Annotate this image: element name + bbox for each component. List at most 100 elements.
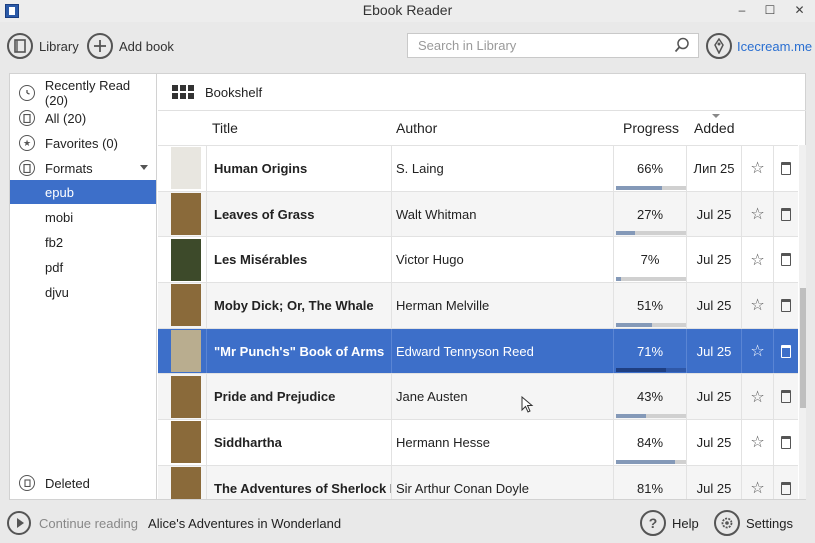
- book-progress: 66%: [614, 146, 687, 191]
- sidebar-format-pdf[interactable]: pdf: [10, 255, 156, 279]
- sidebar-item-favorites[interactable]: ★ Favorites (0): [10, 131, 156, 155]
- sidebar-format-mobi[interactable]: mobi: [10, 205, 156, 229]
- delete-trash-icon[interactable]: [774, 420, 798, 465]
- book-added-date: Jul 25: [687, 237, 742, 283]
- scrollbar-thumb[interactable]: [800, 288, 806, 408]
- trash-icon: [19, 475, 35, 491]
- view-toggle[interactable]: Bookshelf: [158, 74, 806, 111]
- progress-bar: [616, 368, 686, 373]
- delete-trash-icon[interactable]: [774, 283, 798, 328]
- book-title[interactable]: Leaves of Grass: [206, 191, 392, 237]
- star-icon: ★: [19, 135, 35, 151]
- sidebar-format-epub[interactable]: epub: [10, 180, 156, 204]
- book-progress: 51%: [614, 283, 687, 328]
- book-title[interactable]: Les Misérables: [206, 237, 392, 283]
- progress-bar-fill: [616, 277, 621, 282]
- delete-trash-icon[interactable]: [774, 146, 798, 191]
- book-icon: [7, 33, 33, 59]
- sidebar-item-all[interactable]: All (20): [10, 106, 156, 130]
- favorite-star-icon[interactable]: ☆: [742, 374, 774, 420]
- chevron-down-icon[interactable]: [140, 165, 148, 170]
- book-title[interactable]: "Mr Punch's" Book of Arms: [206, 328, 392, 374]
- sidebar-item-recently-read[interactable]: Recently Read (20): [10, 78, 156, 108]
- gear-icon: [714, 510, 740, 536]
- help-button[interactable]: ? Help: [640, 510, 699, 536]
- book-author: Jane Austen: [392, 374, 614, 420]
- book-added-date: Лип 25: [687, 146, 742, 191]
- book-progress-label: 43%: [636, 389, 664, 405]
- continue-reading-button[interactable]: Continue reading Alice's Adventures in W…: [7, 511, 341, 535]
- progress-bar: [616, 277, 686, 282]
- library-button[interactable]: Library: [7, 32, 79, 60]
- plus-icon: [87, 33, 113, 59]
- table-row[interactable]: Leaves of Grass Walt Whitman 27% Jul 25 ☆: [158, 190, 798, 237]
- book-icon: [19, 160, 35, 176]
- search-input[interactable]: [408, 34, 658, 57]
- column-header-progress[interactable]: Progress: [623, 111, 679, 145]
- favorite-star-icon[interactable]: ☆: [742, 328, 774, 374]
- favorite-star-icon[interactable]: ☆: [742, 237, 774, 283]
- scrollbar[interactable]: [799, 145, 806, 499]
- sidebar-item-formats[interactable]: Formats: [10, 156, 156, 180]
- delete-trash-icon[interactable]: [774, 192, 798, 237]
- settings-button[interactable]: Settings: [714, 510, 793, 536]
- favorite-star-icon[interactable]: ☆: [742, 420, 774, 465]
- book-cover-cell[interactable]: [168, 329, 204, 374]
- table-row[interactable]: Les Misérables Victor Hugo 7% Jul 25 ☆: [158, 236, 798, 283]
- content-area: Bookshelf Title Author Progress Added Hu…: [158, 74, 806, 499]
- book-cover-cell[interactable]: [168, 237, 204, 282]
- book-author: Sir Arthur Conan Doyle: [392, 465, 614, 499]
- table-row[interactable]: Moby Dick; Or, The Whale Herman Melville 5…: [158, 282, 798, 328]
- book-list: Human Origins S. Laing 66% Лип 25 ☆ Leaves of…: [158, 145, 798, 499]
- table-row[interactable]: Human Origins S. Laing 66% Лип 25 ☆: [158, 145, 798, 191]
- book-title[interactable]: The Adventures of Sherlock Holmes: [206, 465, 392, 499]
- sidebar-item-deleted[interactable]: Deleted: [10, 471, 156, 495]
- book-title[interactable]: Moby Dick; Or, The Whale: [206, 283, 392, 328]
- progress-bar: [616, 231, 686, 236]
- delete-trash-icon[interactable]: [774, 329, 798, 374]
- book-progress: 71%: [614, 328, 687, 374]
- book-title[interactable]: Human Origins: [206, 146, 392, 191]
- table-row[interactable]: The Adventures of Sherlock HolmesSir Art…: [158, 464, 798, 499]
- minimize-button[interactable]: –: [728, 0, 756, 20]
- book-cover-cell[interactable]: [168, 420, 204, 465]
- book-cover-cell[interactable]: [168, 146, 204, 191]
- table-row[interactable]: "Mr Punch's" Book of Arms Edward Tennyson…: [158, 327, 798, 374]
- book-cover-cell[interactable]: [168, 466, 204, 499]
- search-icon[interactable]: [674, 37, 690, 53]
- maximize-button[interactable]: ☐: [756, 0, 784, 20]
- favorite-star-icon[interactable]: ☆: [742, 146, 774, 191]
- continue-reading-title[interactable]: Alice's Adventures in Wonderland: [148, 516, 341, 531]
- book-author: Hermann Hesse: [392, 420, 614, 465]
- book-title[interactable]: Pride and Prejudice: [206, 374, 392, 420]
- add-book-button[interactable]: Add book: [87, 32, 174, 60]
- favorite-star-icon[interactable]: ☆: [742, 191, 774, 237]
- sidebar-format-fb2[interactable]: fb2: [10, 230, 156, 254]
- column-header-title[interactable]: Title: [212, 111, 238, 145]
- progress-bar: [616, 414, 686, 419]
- delete-trash-icon[interactable]: [774, 466, 798, 499]
- progress-bar-fill: [616, 368, 666, 373]
- search-box: [407, 33, 699, 58]
- book-title[interactable]: Siddhartha: [206, 420, 392, 465]
- brand-link[interactable]: Icecream.me: [706, 33, 812, 59]
- close-button[interactable]: ✕: [784, 0, 815, 20]
- icecream-logo-icon: [706, 33, 732, 59]
- column-header-author[interactable]: Author: [396, 111, 437, 145]
- table-row[interactable]: Siddhartha Hermann Hesse 84% Jul 25 ☆: [158, 419, 798, 465]
- table-row[interactable]: Pride and Prejudice Jane Austen 43% Jul 25 ☆: [158, 373, 798, 420]
- book-cover-cell[interactable]: [168, 283, 204, 328]
- book-added-date: Jul 25: [687, 374, 742, 420]
- book-cover-cell[interactable]: [168, 374, 204, 419]
- book-cover-cell[interactable]: [168, 192, 204, 237]
- book-progress-label: 27%: [636, 206, 664, 222]
- sidebar-format-djvu[interactable]: djvu: [10, 280, 156, 304]
- progress-bar: [616, 322, 686, 327]
- progress-bar-fill: [616, 185, 663, 190]
- book-cover: [171, 147, 201, 190]
- favorite-star-icon[interactable]: ☆: [742, 465, 774, 499]
- delete-trash-icon[interactable]: [774, 237, 798, 282]
- favorite-star-icon[interactable]: ☆: [742, 283, 774, 328]
- delete-trash-icon[interactable]: [774, 374, 798, 419]
- brand-label[interactable]: Icecream.me: [737, 39, 812, 54]
